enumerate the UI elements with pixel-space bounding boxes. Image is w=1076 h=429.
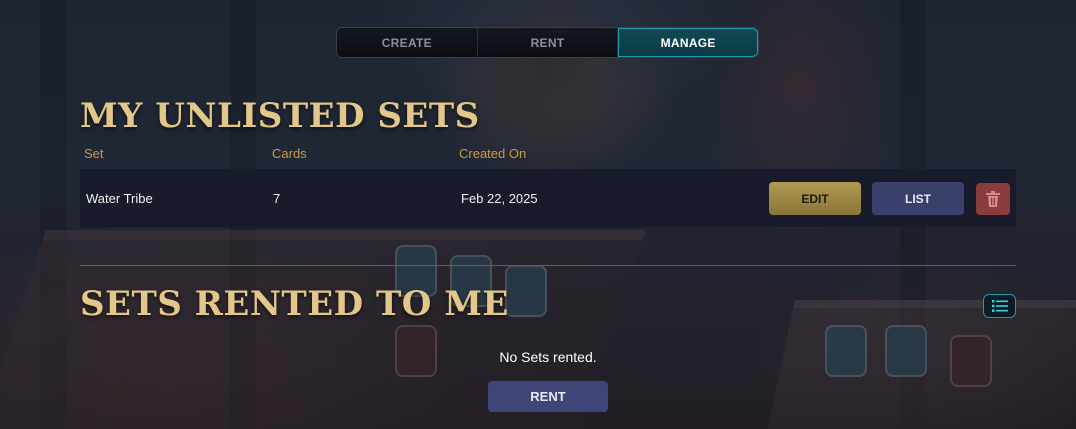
tab-create[interactable]: CREATE <box>337 28 478 57</box>
column-header-created-on: Created On <box>459 146 527 161</box>
delete-button[interactable] <box>976 183 1010 215</box>
view-toggle-button[interactable] <box>983 294 1016 318</box>
mode-tabs: CREATE RENT MANAGE <box>336 27 759 58</box>
trash-icon <box>986 191 1000 207</box>
unlisted-sets-title: MY UNLISTED SETS <box>80 96 480 136</box>
column-header-cards: Cards <box>272 146 307 161</box>
table-row: Water Tribe 7 Feb 22, 2025 EDIT LIST <box>80 169 1016 227</box>
edit-button[interactable]: EDIT <box>769 182 861 215</box>
list-view-icon <box>991 300 1008 312</box>
unlisted-table-header: Set Cards Created On <box>84 146 1014 162</box>
tab-rent[interactable]: RENT <box>477 28 619 57</box>
card-count: 7 <box>273 191 281 206</box>
section-divider <box>80 265 1016 266</box>
empty-state-message: No Sets rented. <box>499 349 597 365</box>
set-name: Water Tribe <box>86 191 153 206</box>
rent-button[interactable]: RENT <box>488 381 608 412</box>
list-button[interactable]: LIST <box>872 182 964 215</box>
rented-sets-title: SETS RENTED TO ME <box>80 284 509 324</box>
tab-manage[interactable]: MANAGE <box>618 28 758 57</box>
created-date: Feb 22, 2025 <box>461 191 538 206</box>
column-header-set: Set <box>84 146 104 161</box>
